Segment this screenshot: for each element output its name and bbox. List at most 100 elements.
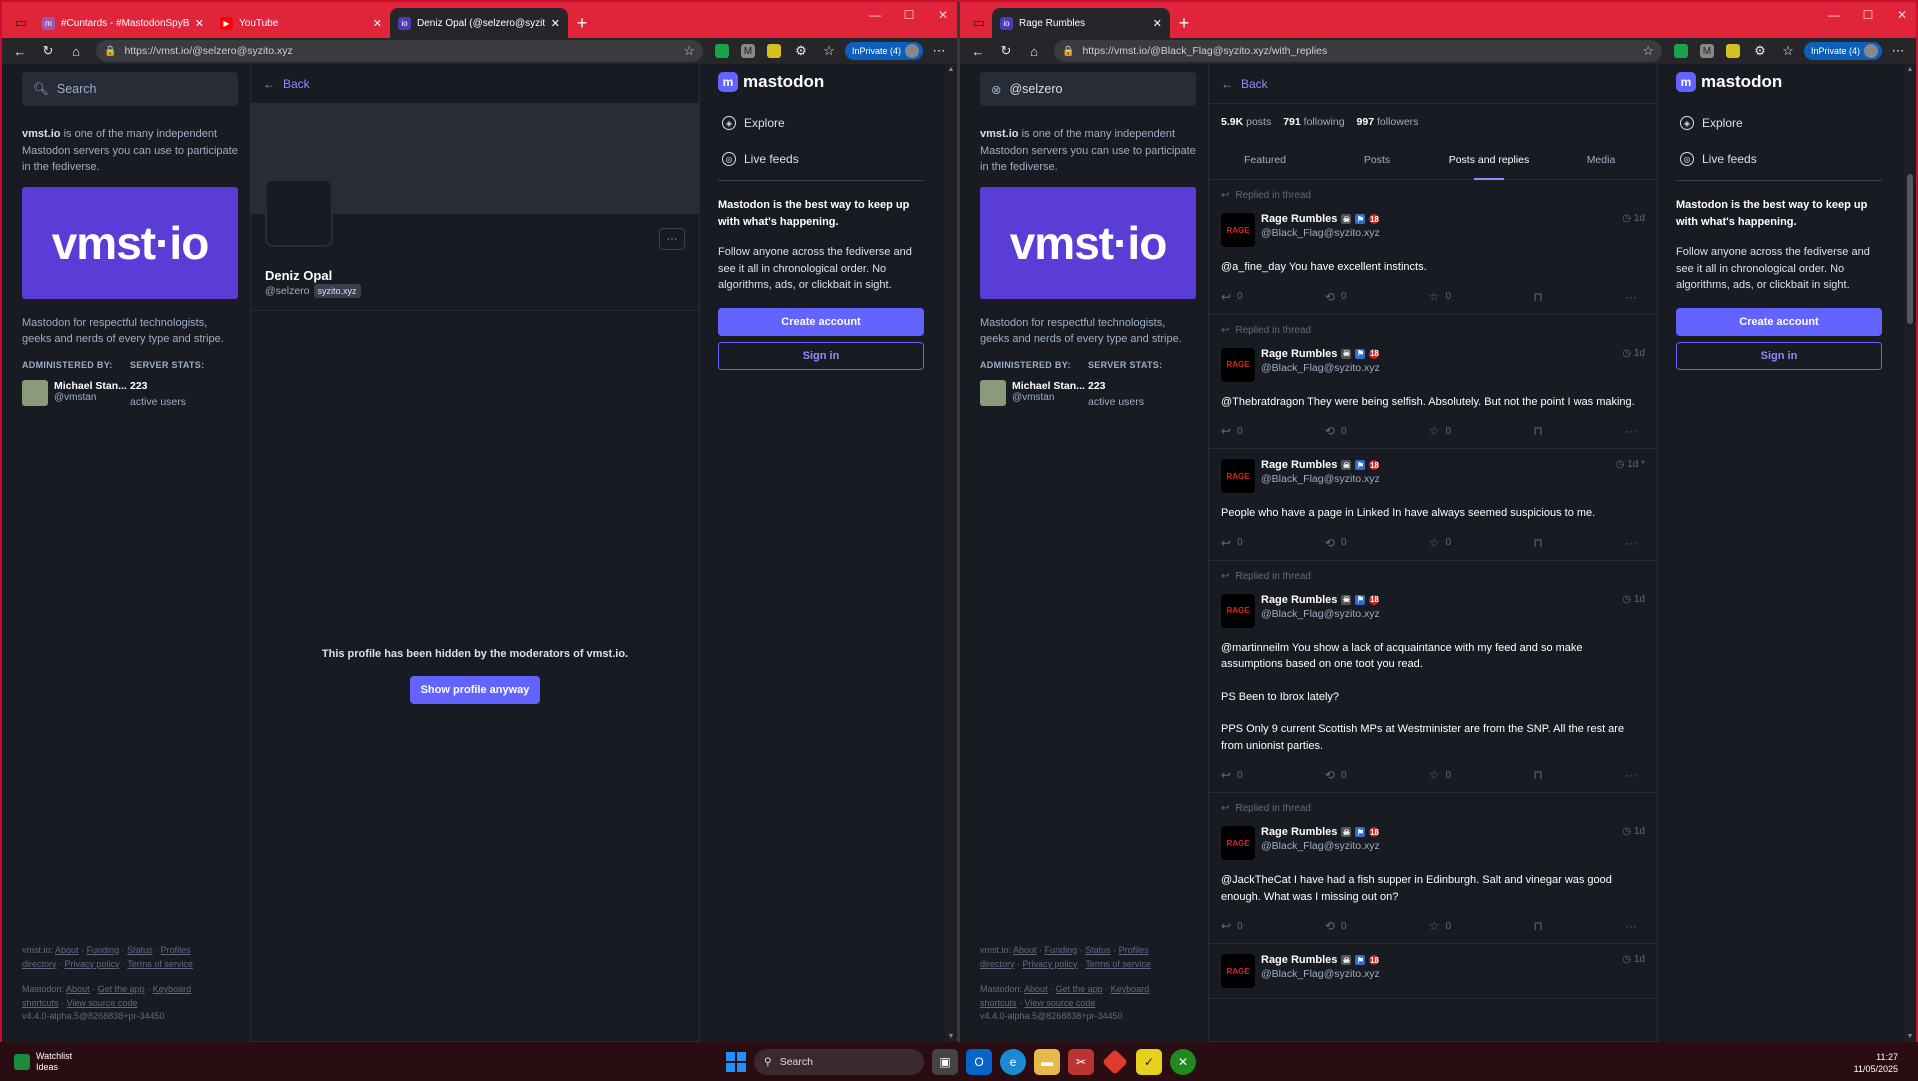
- posts-count[interactable]: 5.9K posts: [1221, 116, 1271, 128]
- back-arrow-icon[interactable]: ←: [966, 40, 990, 62]
- extension-m-icon[interactable]: M: [1699, 44, 1714, 58]
- back-button[interactable]: ← Back: [251, 64, 699, 104]
- create-account-button[interactable]: Create account: [718, 307, 924, 336]
- footer-about-link[interactable]: About: [1013, 945, 1037, 955]
- post-timestamp[interactable]: ◷ 1d: [1622, 213, 1645, 224]
- followers-count[interactable]: 997 followers: [1357, 116, 1419, 128]
- post[interactable]: ↩ Replied in thread RAGE Rage Rumbles ☠ ⚑ 18 @B…: [1209, 561, 1657, 793]
- back-button[interactable]: ← Back: [1209, 64, 1657, 104]
- close-icon[interactable]: ✕: [1892, 8, 1912, 22]
- menu-dots-icon[interactable]: ⋯: [1886, 40, 1910, 62]
- nav-live-feeds[interactable]: ◎ Live feeds: [1680, 152, 1882, 166]
- more-button[interactable]: ···: [1625, 768, 1637, 782]
- new-tab-button[interactable]: +: [1170, 8, 1198, 38]
- reply-button[interactable]: ↩ 0: [1221, 919, 1243, 933]
- tab-close-icon[interactable]: ✕: [373, 17, 382, 30]
- post-timestamp[interactable]: ◷ 1d *: [1616, 459, 1645, 470]
- start-icon[interactable]: [726, 1052, 746, 1072]
- address-bar[interactable]: 🔒 https://vmst.io/@selzero@syzito.xyz ☆: [96, 40, 703, 62]
- post-timestamp[interactable]: ◷ 1d: [1622, 826, 1645, 837]
- post[interactable]: ↩ Replied in thread RAGE Rage Rumbles ☠ ⚑ 18 @B…: [1209, 180, 1657, 315]
- admin-account[interactable]: Michael Stan... @vmstan: [22, 379, 130, 406]
- maximize-icon[interactable]: ☐: [1858, 8, 1878, 22]
- reply-button[interactable]: ↩ 0: [1221, 768, 1243, 782]
- tab-close-icon[interactable]: ✕: [551, 17, 560, 30]
- minimize-icon[interactable]: —: [1824, 8, 1844, 22]
- post[interactable]: ↩ Replied in thread RAGE Rage Rumbles ☠ ⚑ 18 @B…: [1209, 793, 1657, 944]
- avatar[interactable]: RAGE: [1221, 593, 1255, 628]
- close-icon[interactable]: ✕: [933, 8, 953, 22]
- favorite-button[interactable]: ☆ 0: [1429, 768, 1451, 782]
- footer-about-link[interactable]: About: [55, 945, 79, 955]
- avatar[interactable]: RAGE: [1221, 459, 1255, 493]
- task-view-icon[interactable]: ▣: [932, 1049, 958, 1075]
- tab-close-icon[interactable]: ✕: [195, 17, 204, 30]
- scrollbar[interactable]: ▲ ▼: [945, 64, 957, 1042]
- extension-m-icon[interactable]: M: [740, 44, 755, 58]
- file-explorer-icon[interactable]: ▬: [1034, 1049, 1060, 1075]
- inprivate-badge[interactable]: InPrivate (4): [1803, 42, 1882, 60]
- admin-account[interactable]: Michael Stan... @vmstan: [980, 379, 1088, 406]
- favorite-button[interactable]: ☆ 0: [1429, 919, 1451, 933]
- boost-button[interactable]: ⟲ 0: [1325, 424, 1347, 438]
- scroll-up-icon[interactable]: ▲: [1904, 66, 1916, 73]
- home-icon[interactable]: ⌂: [64, 40, 88, 62]
- tab-posts[interactable]: Posts: [1321, 140, 1433, 179]
- favorite-star-icon[interactable]: ☆: [683, 43, 695, 59]
- footer-terms-link[interactable]: Terms of service: [127, 959, 193, 969]
- bookmark-button[interactable]: ⊓: [1533, 919, 1542, 933]
- reply-button[interactable]: ↩ 0: [1221, 424, 1243, 438]
- footer-privacy-link[interactable]: Privacy policy: [65, 959, 120, 969]
- reply-button[interactable]: ↩ 0: [1221, 536, 1243, 550]
- footer-status-link[interactable]: Status: [1085, 945, 1111, 955]
- outlook-icon[interactable]: O: [966, 1049, 992, 1075]
- profile-more-button[interactable]: ···: [659, 228, 685, 250]
- scroll-up-icon[interactable]: ▲: [945, 66, 957, 73]
- avatar[interactable]: RAGE: [1221, 826, 1255, 860]
- home-icon[interactable]: ⌂: [1022, 40, 1046, 62]
- footer-status-link[interactable]: Status: [127, 945, 153, 955]
- more-button[interactable]: ···: [1625, 536, 1637, 550]
- reply-button[interactable]: ↩ 0: [1221, 290, 1243, 304]
- clear-search-icon[interactable]: ⊗: [991, 82, 1001, 97]
- footer-source-link[interactable]: View source code: [1025, 998, 1096, 1008]
- back-arrow-icon[interactable]: ←: [8, 40, 32, 62]
- avatar[interactable]: RAGE: [1221, 213, 1255, 247]
- scroll-thumb[interactable]: [1907, 174, 1913, 324]
- search-input[interactable]: ⊗ @selzero: [980, 72, 1196, 106]
- maximize-icon[interactable]: ☐: [899, 8, 919, 22]
- footer-funding-link[interactable]: Funding: [87, 945, 120, 955]
- bookmark-button[interactable]: ⊓: [1533, 536, 1542, 550]
- system-clock[interactable]: 11:27 11/05/2025: [1854, 1051, 1898, 1075]
- extensions-puzzle-icon[interactable]: ⚙: [1748, 40, 1772, 62]
- post-author[interactable]: Rage Rumbles ☠ ⚑ 18: [1261, 826, 1380, 838]
- refresh-icon[interactable]: ↻: [36, 40, 60, 62]
- search-input[interactable]: 🔍︎ Search: [22, 72, 238, 106]
- sign-in-button[interactable]: Sign in: [1676, 341, 1882, 370]
- post-author[interactable]: Rage Rumbles ☠ ⚑ 18: [1261, 459, 1380, 471]
- post-author[interactable]: Rage Rumbles ☠ ⚑ 18: [1261, 954, 1380, 966]
- post-author[interactable]: Rage Rumbles ☠ ⚑ 18: [1261, 213, 1380, 225]
- post-timestamp[interactable]: ◷ 1d: [1622, 348, 1645, 359]
- extensions-puzzle-icon[interactable]: ⚙: [789, 40, 813, 62]
- footer-terms-link[interactable]: Terms of service: [1085, 959, 1151, 969]
- bookmark-button[interactable]: ⊓: [1533, 768, 1542, 782]
- extension-green-icon[interactable]: [1673, 44, 1688, 58]
- edge-icon[interactable]: e: [1000, 1049, 1026, 1075]
- favorite-button[interactable]: ☆ 0: [1429, 536, 1451, 550]
- nav-explore[interactable]: ◈ Explore: [1680, 116, 1882, 130]
- tab-right-0[interactable]: io Rage Rumbles ✕: [992, 8, 1170, 38]
- watchlist-widget[interactable]: Watchlist Ideas: [14, 1051, 72, 1073]
- nav-live-feeds[interactable]: ◎ Live feeds: [722, 152, 924, 166]
- more-button[interactable]: ···: [1625, 424, 1637, 438]
- bookmark-button[interactable]: ⊓: [1533, 290, 1542, 304]
- menu-dots-icon[interactable]: ⋯: [927, 40, 951, 62]
- favorite-button[interactable]: ☆ 0: [1429, 424, 1451, 438]
- nav-explore[interactable]: ◈ Explore: [722, 116, 924, 130]
- tab-media[interactable]: Media: [1545, 140, 1657, 179]
- tab-posts-and-replies[interactable]: Posts and replies: [1433, 140, 1545, 180]
- avatar[interactable]: RAGE: [1221, 954, 1255, 988]
- sign-in-button[interactable]: Sign in: [718, 341, 924, 370]
- tab-actions-icon[interactable]: ▭: [8, 8, 34, 38]
- inprivate-badge[interactable]: InPrivate (4): [844, 42, 923, 60]
